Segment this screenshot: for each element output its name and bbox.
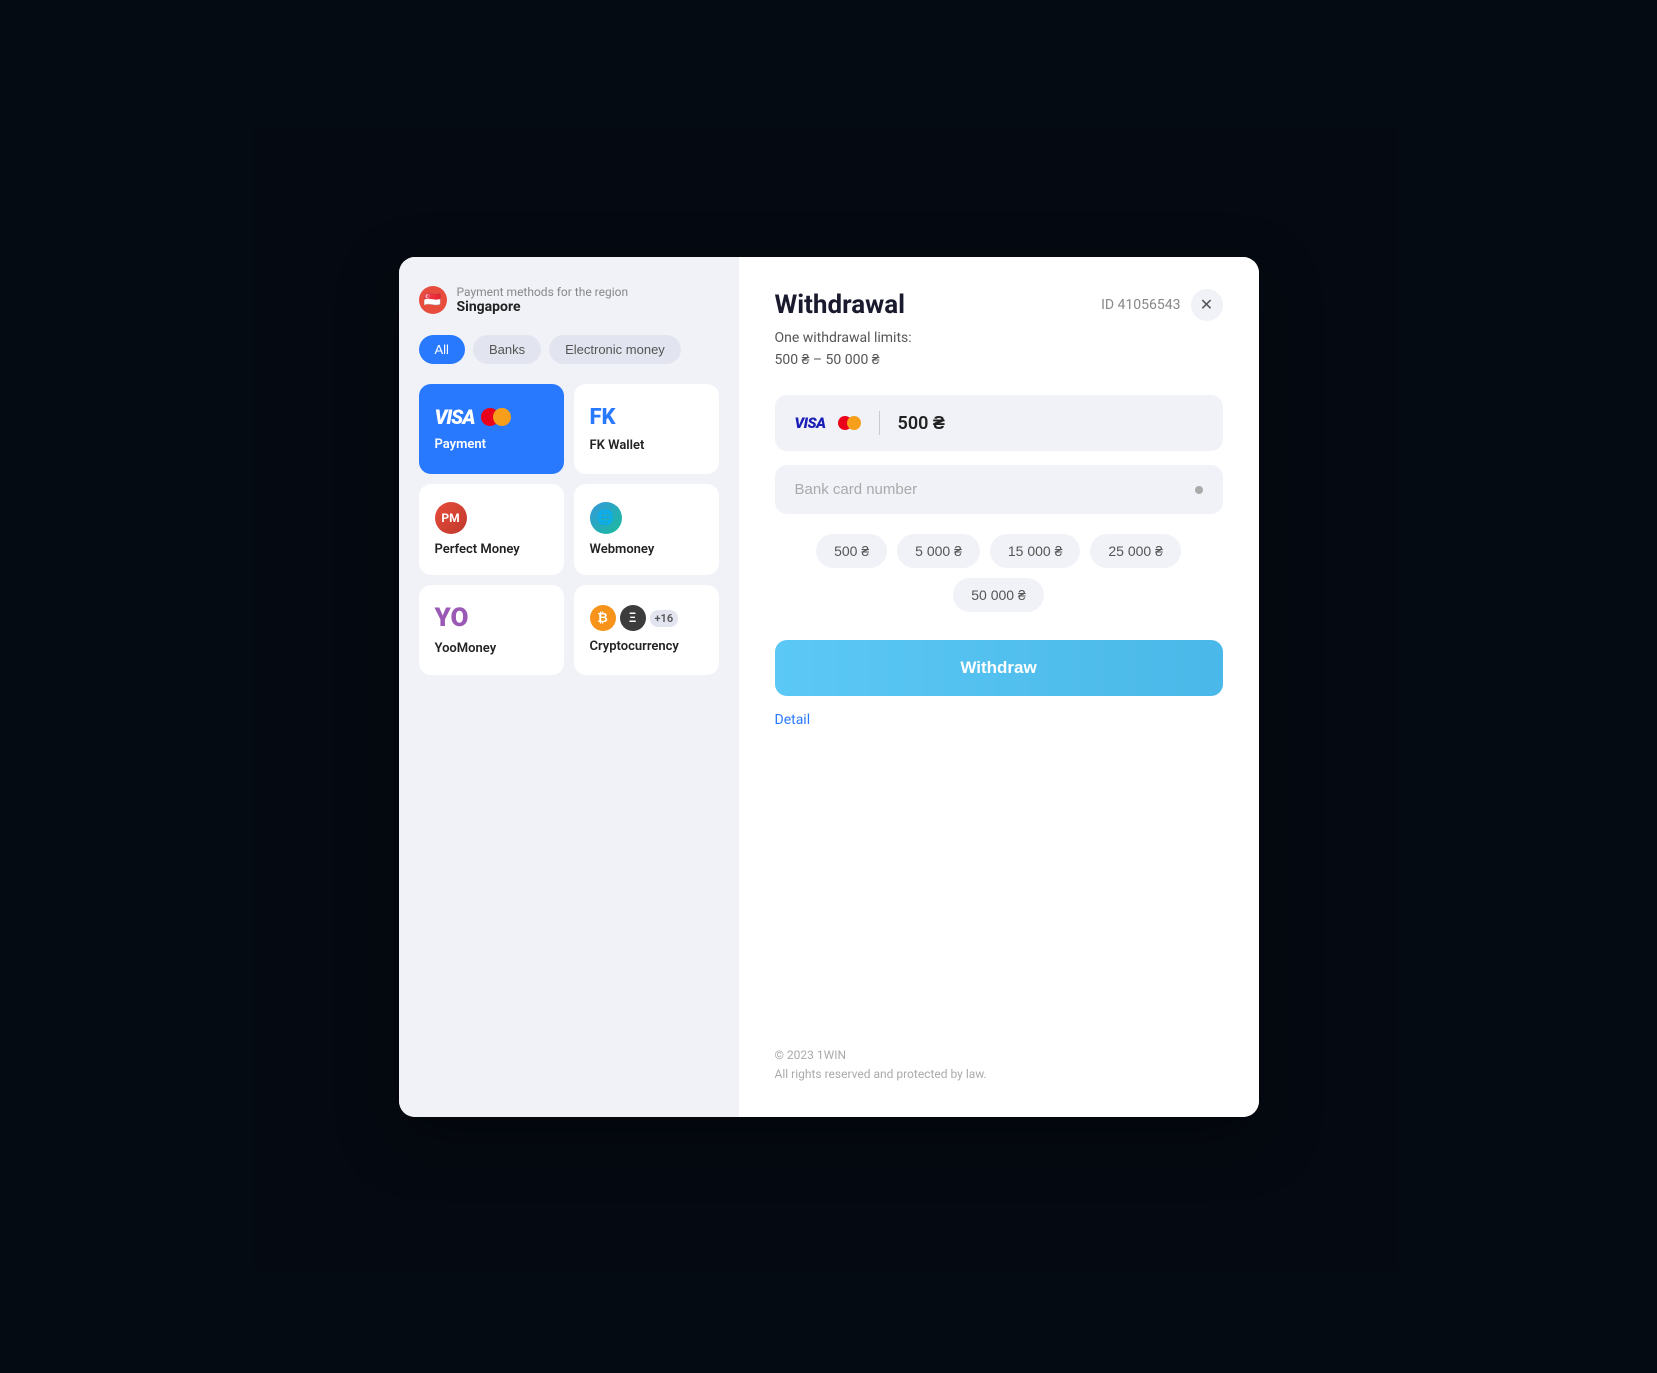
mc-orange-circle xyxy=(493,408,511,426)
amount-mc-icon xyxy=(838,416,861,430)
quick-amount-5000[interactable]: 5 000 ₴ xyxy=(897,534,980,568)
mastercard-icon xyxy=(481,408,511,426)
payment-method-fk-wallet[interactable]: FK FK Wallet xyxy=(574,384,719,474)
footer-line2: All rights reserved and protected by law… xyxy=(775,1067,987,1081)
yoo-label: YooMoney xyxy=(435,641,497,656)
pm-label: Perfect Money xyxy=(435,542,520,557)
payment-method-visa[interactable]: VISA Payment xyxy=(419,384,564,474)
input-dot-icon xyxy=(1195,486,1203,494)
crypto-logos: ₿ Ξ +16 xyxy=(590,605,679,631)
withdrawal-id: ID 41056543 xyxy=(1101,297,1180,313)
payment-grid: VISA Payment FK FK Wallet PM xyxy=(419,384,719,675)
footer-line1: © 2023 1WIN xyxy=(775,1048,847,1062)
right-panel: Withdrawal ID 41056543 ✕ One withdrawal … xyxy=(739,257,1259,1117)
filter-tab-electronic[interactable]: Electronic money xyxy=(549,335,681,364)
withdrawal-header: Withdrawal ID 41056543 ✕ xyxy=(775,289,1223,321)
withdrawal-limits: One withdrawal limits: 500 ₴ – 50 000 ₴ xyxy=(775,327,1223,372)
footer: © 2023 1WIN All rights reserved and prot… xyxy=(775,1006,1223,1084)
left-panel: 🇸🇬 Payment methods for the region Singap… xyxy=(399,257,739,1117)
withdraw-button[interactable]: Withdraw xyxy=(775,640,1223,696)
payment-method-perfect-money[interactable]: PM Perfect Money xyxy=(419,484,564,575)
region-name: Singapore xyxy=(457,299,629,315)
modal: 🇸🇬 Payment methods for the region Singap… xyxy=(399,257,1259,1117)
quick-amount-500[interactable]: 500 ₴ xyxy=(816,534,887,568)
detail-link[interactable]: Detail xyxy=(775,712,1223,728)
btc-icon: ₿ xyxy=(590,605,616,631)
amount-visa-icon: VISA xyxy=(795,414,826,432)
region-flag-icon: 🇸🇬 xyxy=(419,286,447,314)
payment-method-cryptocurrency[interactable]: ₿ Ξ +16 Cryptocurrency xyxy=(574,585,719,675)
quick-amount-15000[interactable]: 15 000 ₴ xyxy=(990,534,1081,568)
withdrawal-id-area: ID 41056543 ✕ xyxy=(1101,289,1222,321)
amount-display: VISA 500 ₴ xyxy=(775,395,1223,451)
pm-logo-icon: PM xyxy=(435,502,467,534)
filter-tab-banks[interactable]: Banks xyxy=(473,335,541,364)
backdrop: 🇸🇬 Payment methods for the region Singap… xyxy=(0,0,1657,1373)
limits-line2: 500 ₴ – 50 000 ₴ xyxy=(775,352,880,368)
visa-label: Payment xyxy=(435,437,487,452)
withdrawal-title: Withdrawal xyxy=(775,290,906,320)
crypto-plus-badge: +16 xyxy=(650,610,679,627)
fk-logo-icon: FK xyxy=(590,405,616,430)
crypto-label: Cryptocurrency xyxy=(590,639,679,654)
eth-icon: Ξ xyxy=(620,605,646,631)
quick-amount-50000[interactable]: 50 000 ₴ xyxy=(953,578,1044,612)
wm-label: Webmoney xyxy=(590,542,655,557)
card-number-input[interactable] xyxy=(795,481,1195,498)
quick-amount-25000[interactable]: 25 000 ₴ xyxy=(1090,534,1181,568)
filter-tabs: All Banks Electronic money xyxy=(419,335,719,364)
fk-label: FK Wallet xyxy=(590,438,645,453)
card-input-wrapper[interactable] xyxy=(775,465,1223,514)
amount-value: 500 ₴ xyxy=(898,413,945,434)
region-text: Payment methods for the region Singapore xyxy=(457,285,629,315)
amount-divider xyxy=(879,411,880,435)
yoo-logo-icon: YO xyxy=(435,603,469,633)
payment-method-webmoney[interactable]: 🌐 Webmoney xyxy=(574,484,719,575)
wm-logo-icon: 🌐 xyxy=(590,502,622,534)
region-header: 🇸🇬 Payment methods for the region Singap… xyxy=(419,285,719,315)
limits-line1: One withdrawal limits: xyxy=(775,330,912,346)
visa-text-icon: VISA xyxy=(435,405,475,429)
filter-tab-all[interactable]: All xyxy=(419,335,465,364)
visa-logo: VISA xyxy=(435,405,511,429)
region-label: Payment methods for the region xyxy=(457,285,629,299)
quick-amounts: 500 ₴ 5 000 ₴ 15 000 ₴ 25 000 ₴ 50 000 ₴ xyxy=(775,534,1223,612)
payment-method-yoomoney[interactable]: YO YooMoney xyxy=(419,585,564,675)
close-button[interactable]: ✕ xyxy=(1191,289,1223,321)
mc-sm-orange xyxy=(847,416,861,430)
